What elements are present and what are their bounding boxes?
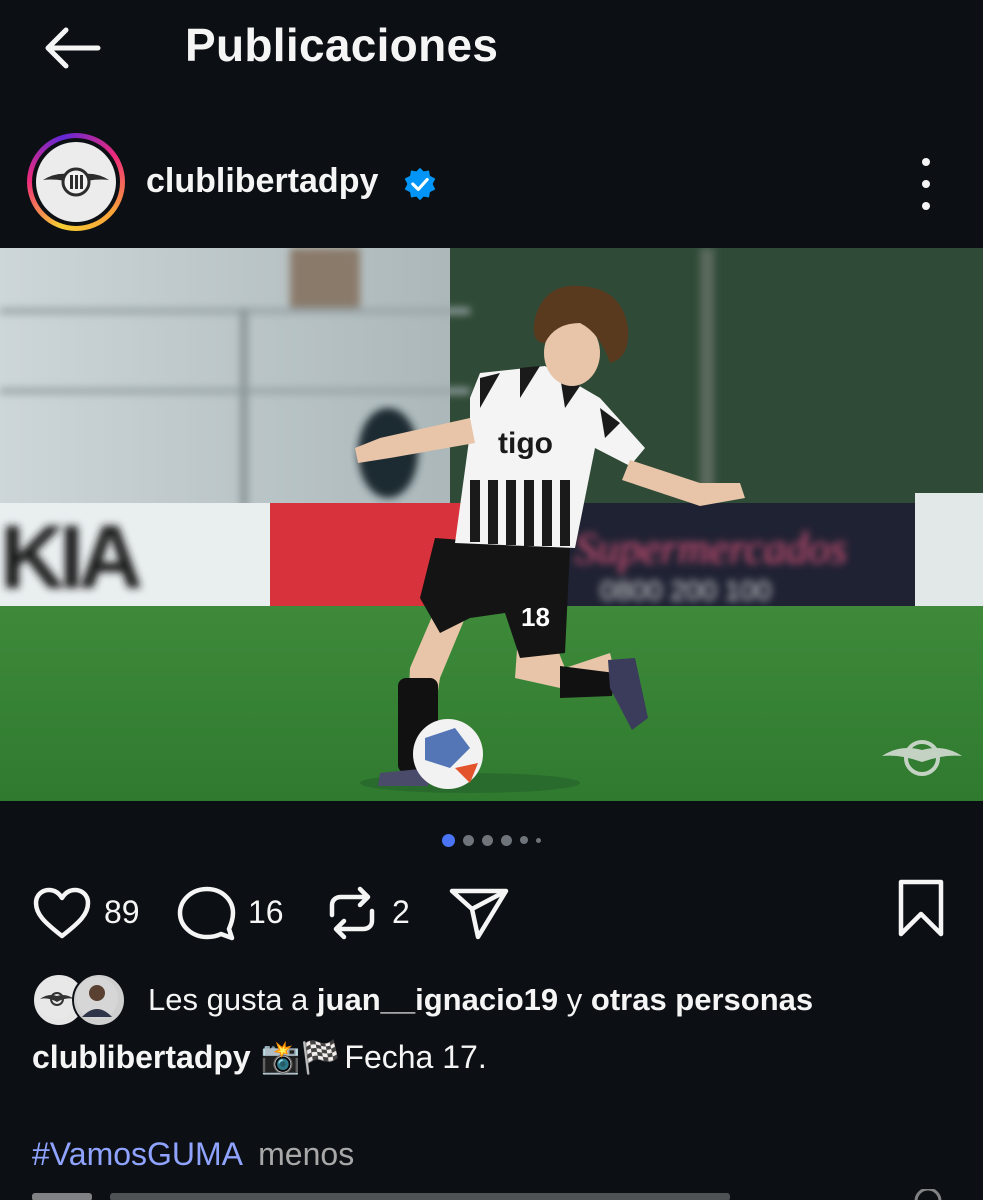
avatar[interactable] (27, 133, 125, 231)
caption-username[interactable]: clublibertadpy (32, 1039, 251, 1076)
svg-text:Supermercados: Supermercados (575, 524, 847, 573)
liked-by-user[interactable]: juan__ignacio19 (317, 982, 558, 1017)
repost-icon (329, 886, 375, 939)
liked-by: Les gusta a juan__ignacio19 y otras pers… (32, 972, 813, 1028)
post-image[interactable]: KIA Supermercados 0800 200 100 18 tigo (0, 248, 983, 801)
carousel-dot (501, 834, 512, 846)
comment-button[interactable]: 16 (176, 875, 284, 950)
liker-avatar[interactable] (72, 973, 126, 1027)
save-button[interactable] (895, 878, 947, 938)
carousel-dot (520, 836, 528, 844)
svg-text:18: 18 (521, 602, 550, 632)
heart-icon (33, 887, 91, 938)
carousel-dot (482, 834, 493, 846)
caption-hashtags: #VamosGUMA menos (32, 1136, 354, 1173)
carousel-dot-active (442, 833, 455, 847)
show-less-button[interactable]: menos (258, 1136, 354, 1172)
share-icon (449, 888, 509, 939)
next-content-cutoff (0, 1188, 983, 1200)
hashtag-link[interactable]: #VamosGUMA (32, 1136, 241, 1172)
post-caption: clublibertadpy 📸🏁 Fecha 17. (32, 1038, 487, 1076)
carousel-dot (536, 837, 541, 843)
like-button[interactable]: 89 (32, 875, 140, 950)
top-bar: Publicaciones (0, 0, 983, 95)
carousel-dot (463, 834, 474, 846)
more-options-button[interactable] (906, 158, 946, 210)
comment-icon (177, 886, 236, 940)
comment-count: 16 (248, 894, 284, 930)
post-photo: KIA Supermercados 0800 200 100 18 tigo (0, 248, 983, 801)
share-button[interactable] (448, 875, 510, 950)
club-crest-icon (43, 167, 109, 197)
bookmark-icon (898, 879, 944, 937)
repost-count: 2 (392, 894, 410, 930)
liked-by-prefix: Les gusta a (148, 982, 309, 1017)
carousel-indicator (0, 832, 983, 848)
svg-text:tigo: tigo (498, 427, 553, 460)
caption-emoji: 📸🏁 (260, 1039, 341, 1075)
action-bar: 89 16 2 (0, 875, 983, 950)
liked-by-joiner: y (566, 982, 583, 1017)
post-username[interactable]: clublibertadpy (146, 162, 378, 201)
liked-by-others[interactable]: otras personas (591, 982, 813, 1017)
page-title: Publicaciones (185, 19, 499, 71)
svg-text:0800 200 100: 0800 200 100 (600, 575, 771, 606)
caption-text: Fecha 17. (344, 1038, 487, 1075)
back-arrow-icon (45, 27, 101, 69)
verified-badge-icon (404, 167, 436, 201)
svg-text:KIA: KIA (0, 508, 141, 608)
back-button[interactable] (40, 20, 104, 76)
post-header: clublibertadpy (0, 128, 983, 238)
more-icon (922, 158, 930, 166)
like-count: 89 (104, 894, 140, 930)
repost-button[interactable]: 2 (324, 875, 410, 950)
